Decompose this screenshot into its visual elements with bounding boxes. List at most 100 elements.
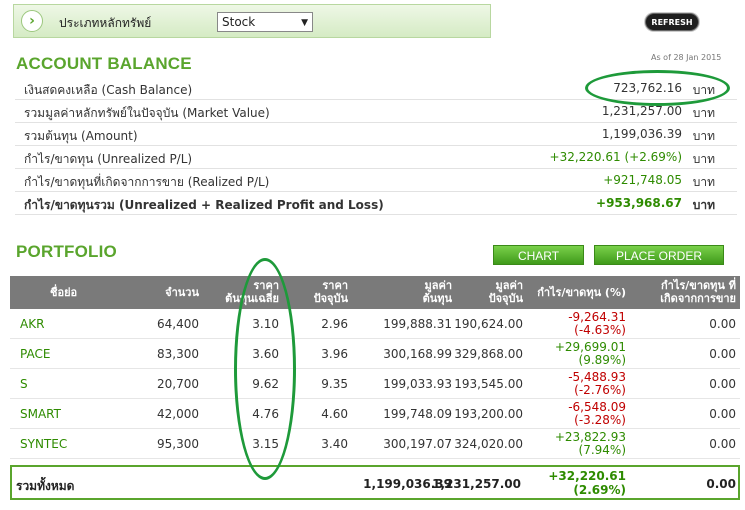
total-realized-pl: 0.00 — [706, 477, 736, 491]
header-market-price-line2: ปัจจุบัน — [313, 292, 348, 305]
table-row[interactable]: SYNTEC 95,300 3.15 3.40 300,197.07 324,0… — [10, 429, 740, 459]
realized-pl-cell: 0.00 — [709, 347, 736, 361]
symbol-link[interactable]: SMART — [20, 407, 61, 421]
balance-value: +921,748.05 — [603, 173, 682, 187]
pl-percent: (-4.63%) — [574, 323, 626, 337]
header-realized-pl-line2: เกิดจากการขาย — [660, 292, 736, 305]
header-cost-value-line2: ต้นทุน — [422, 292, 452, 305]
market-price-cell: 3.96 — [321, 347, 348, 361]
balance-unit: บาท — [692, 152, 715, 166]
balance-unit: บาท — [692, 198, 715, 212]
table-row[interactable]: SMART 42,000 4.76 4.60 199,748.09 193,20… — [10, 399, 740, 429]
refresh-button[interactable]: REFRESH — [645, 13, 699, 31]
cost-value-cell: 199,748.09 — [383, 407, 452, 421]
market-price-cell: 4.60 — [321, 407, 348, 421]
balance-value: 1,231,257.00 — [601, 104, 682, 118]
balance-label: รวมต้นทุน (Amount) — [24, 129, 138, 143]
balance-unit: บาท — [692, 129, 715, 143]
pl-percent: (9.89%) — [578, 353, 626, 367]
header-market-price: ราคา ปัจจุบัน — [314, 279, 348, 305]
cost-value-cell: 199,033.93 — [383, 377, 452, 391]
symbol-link[interactable]: AKR — [20, 317, 44, 331]
balance-unit: บาท — [692, 175, 715, 189]
qty-cell: 95,300 — [157, 437, 199, 451]
qty-cell: 20,700 — [157, 377, 199, 391]
header-realized-pl: กำไร/ขาดทุน ที่ เกิดจากการขาย — [660, 279, 736, 305]
table-row[interactable]: AKR 64,400 3.10 2.96 199,888.31 190,624.… — [10, 309, 740, 339]
security-type-label: ประเภทหลักทรัพย์ — [59, 16, 152, 30]
portfolio-table-header: ชื่อย่อ จำนวน ราคา ต้นทุนเฉลี่ย ราคา ปัจ… — [10, 276, 740, 309]
symbol-link[interactable]: S — [20, 377, 28, 391]
balance-value: +32,220.61 (+2.69%) — [549, 150, 682, 164]
qty-cell: 64,400 — [157, 317, 199, 331]
balance-unit: บาท — [692, 106, 715, 120]
balance-row-unrealized: กำไร/ขาดทุน (Unrealized P/L) +32,220.61 … — [15, 146, 737, 169]
market-value-cell: 324,020.00 — [454, 437, 523, 451]
qty-cell: 83,300 — [157, 347, 199, 361]
market-value-cell: 193,200.00 — [454, 407, 523, 421]
header-market-value-line2: ปัจจุบัน — [488, 292, 523, 305]
table-row[interactable]: S 20,700 9.62 9.35 199,033.93 193,545.00… — [10, 369, 740, 399]
symbol-link[interactable]: SYNTEC — [20, 437, 67, 451]
portfolio-total-row: รวมทั้งหมด 1,199,036.39 1,231,257.00 +32… — [10, 465, 740, 500]
balance-value: +953,968.67 — [596, 196, 682, 210]
qty-cell: 42,000 — [157, 407, 199, 421]
header-qty: จำนวน — [165, 286, 199, 299]
total-label: รวมทั้งหมด — [16, 479, 75, 493]
security-type-value: Stock — [222, 15, 256, 29]
realized-pl-cell: 0.00 — [709, 407, 736, 421]
balance-label: กำไร/ขาดทุนรวม (Unrealized + Realized Pr… — [24, 198, 384, 212]
header-pl: กำไร/ขาดทุน (%) — [537, 286, 626, 299]
pl-cell: -6,548.09 (-3.28%) — [568, 401, 626, 427]
header-cost-value-line1: มูลค่า — [424, 279, 452, 292]
cost-value-cell: 199,888.31 — [383, 317, 452, 331]
pl-cell: +23,822.93 (7.94%) — [555, 431, 626, 457]
cost-value-cell: 300,168.99 — [383, 347, 452, 361]
balance-value: 1,199,036.39 — [601, 127, 682, 141]
total-market-value: 1,231,257.00 — [432, 477, 521, 491]
total-pl-percent: (2.69%) — [573, 483, 626, 497]
pl-cell: -5,488.93 (-2.76%) — [568, 371, 626, 397]
chevron-right-icon: › — [21, 10, 43, 32]
balance-label: เงินสดคงเหลือ (Cash Balance) — [24, 83, 193, 97]
header-realized-pl-line1: กำไร/ขาดทุน ที่ — [661, 279, 736, 292]
place-order-button[interactable]: PLACE ORDER — [594, 245, 724, 265]
total-pl: +32,220.61 (2.69%) — [548, 469, 626, 497]
table-row[interactable]: PACE 83,300 3.60 3.96 300,168.99 329,868… — [10, 339, 740, 369]
market-value-cell: 193,545.00 — [454, 377, 523, 391]
symbol-link[interactable]: PACE — [20, 347, 50, 361]
total-pl-amount: +32,220.61 — [548, 469, 626, 483]
market-value-cell: 190,624.00 — [454, 317, 523, 331]
portfolio-title: PORTFOLIO — [16, 242, 117, 261]
market-price-cell: 3.40 — [321, 437, 348, 451]
pl-cell: -9,264.31 (-4.63%) — [568, 311, 626, 337]
market-price-cell: 9.35 — [321, 377, 348, 391]
header-market-value: มูลค่า ปัจจุบัน — [489, 279, 523, 305]
header-cost-value: มูลค่า ต้นทุน — [423, 279, 452, 305]
pl-percent: (-2.76%) — [574, 383, 626, 397]
chart-button[interactable]: CHART — [493, 245, 584, 265]
realized-pl-cell: 0.00 — [709, 437, 736, 451]
pl-percent: (7.94%) — [578, 443, 626, 457]
realized-pl-cell: 0.00 — [709, 317, 736, 331]
header-market-value-line1: มูลค่า — [495, 279, 523, 292]
balance-row-total-pl: กำไร/ขาดทุนรวม (Unrealized + Realized Pr… — [15, 192, 737, 215]
realized-pl-cell: 0.00 — [709, 377, 736, 391]
chevron-down-icon: ▼ — [301, 18, 308, 28]
pl-cell: +29,699.01 (9.89%) — [555, 341, 626, 367]
header-symbol: ชื่อย่อ — [50, 286, 78, 299]
balance-row-amount: รวมต้นทุน (Amount) 1,199,036.39 บาท — [15, 123, 737, 146]
market-price-cell: 2.96 — [321, 317, 348, 331]
header-market-price-line1: ราคา — [322, 279, 348, 292]
balance-row-realized: กำไร/ขาดทุนที่เกิดจากการขาย (Realized P/… — [15, 169, 737, 192]
security-type-select[interactable]: Stock ▼ — [217, 12, 313, 32]
pl-percent: (-3.28%) — [574, 413, 626, 427]
annotation-ellipse-avg-cost — [234, 258, 296, 480]
balance-label: รวมมูลค่าหลักทรัพย์ในปัจจุบัน (Market Va… — [24, 106, 270, 120]
balance-label: กำไร/ขาดทุนที่เกิดจากการขาย (Realized P/… — [24, 175, 270, 189]
annotation-ellipse-cash — [585, 70, 730, 106]
security-type-bar: › ประเภทหลักทรัพย์ Stock ▼ — [13, 4, 491, 38]
account-balance-title: ACCOUNT BALANCE — [16, 54, 192, 73]
market-value-cell: 329,868.00 — [454, 347, 523, 361]
as-of-date: As of 28 Jan 2015 — [651, 53, 722, 62]
